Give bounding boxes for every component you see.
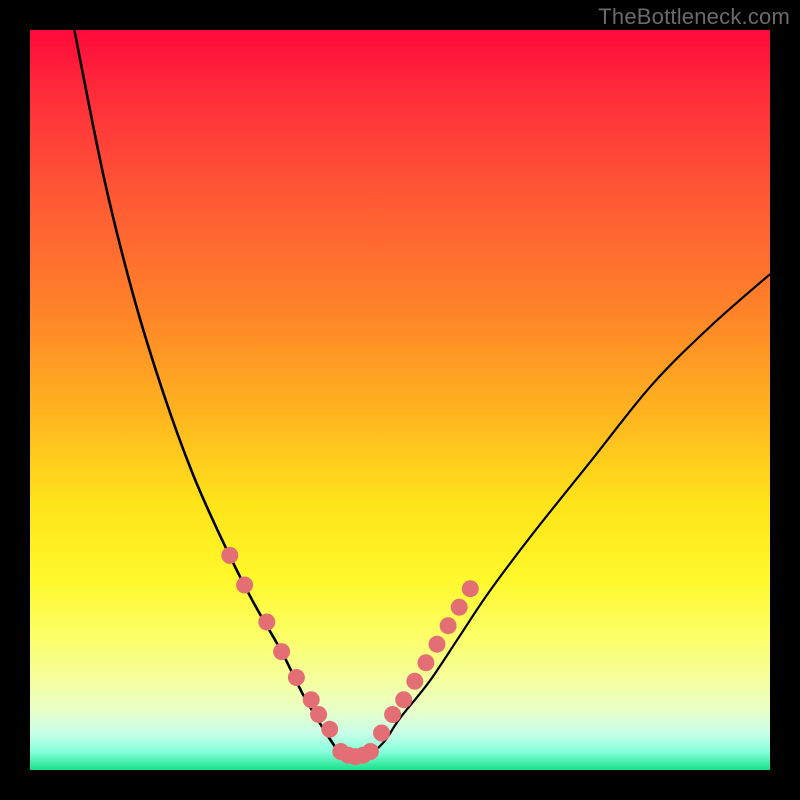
- marker-dot: [451, 599, 468, 616]
- marker-dot: [462, 580, 479, 597]
- marker-dot: [221, 547, 238, 564]
- plot-area: [30, 30, 770, 770]
- marker-dot: [236, 577, 253, 594]
- left-curve: [74, 30, 340, 755]
- marker-dot: [384, 706, 401, 723]
- curve-layer: [30, 30, 770, 770]
- marker-dot: [288, 669, 305, 686]
- marker-dot: [417, 654, 434, 671]
- marker-dot: [303, 691, 320, 708]
- marker-dot: [440, 617, 457, 634]
- marker-dot: [429, 636, 446, 653]
- marker-dot: [362, 743, 379, 760]
- marker-dots: [221, 547, 479, 765]
- marker-dot: [321, 721, 338, 738]
- right-curve: [370, 274, 770, 755]
- marker-dot: [273, 643, 290, 660]
- marker-dot: [406, 673, 423, 690]
- marker-dot: [258, 614, 275, 631]
- marker-dot: [373, 725, 390, 742]
- watermark-text: TheBottleneck.com: [598, 4, 790, 30]
- chart-frame: TheBottleneck.com: [0, 0, 800, 800]
- marker-dot: [310, 706, 327, 723]
- marker-dot: [395, 691, 412, 708]
